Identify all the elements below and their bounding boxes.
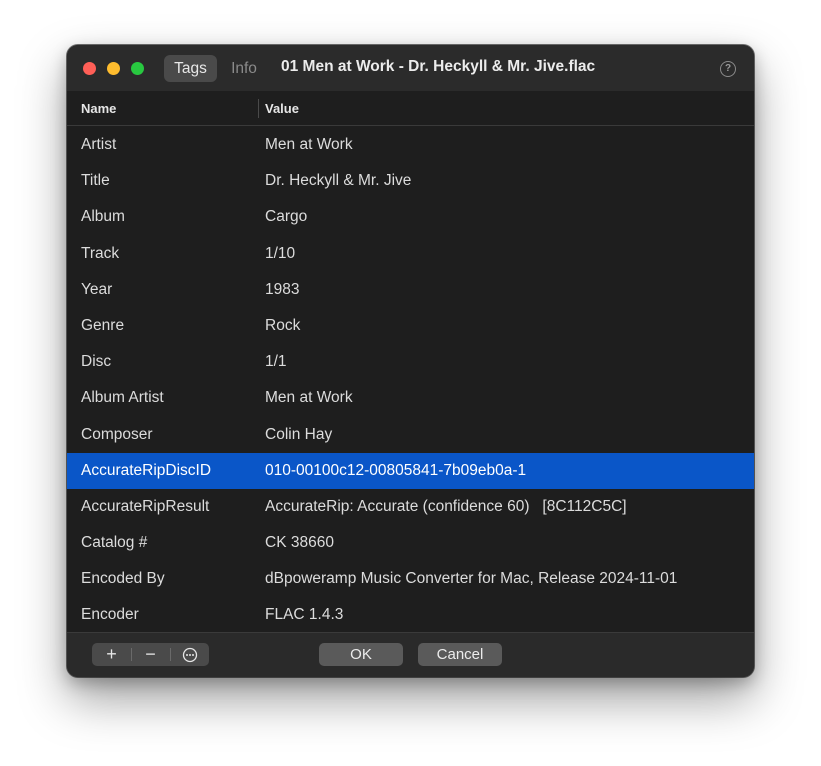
tag-name: Artist	[81, 136, 117, 153]
tag-value: 1/10	[265, 244, 296, 262]
table-row[interactable]: Disc 1/1	[67, 344, 754, 380]
table-row[interactable]: Encoded By dBpoweramp Music Converter fo…	[67, 561, 754, 597]
tag-value: Men at Work	[265, 389, 353, 407]
tag-value: 1983	[265, 280, 300, 298]
table-row-selected[interactable]: AccurateRipDiscID 010-00100c12-00805841-…	[67, 452, 754, 489]
table-row[interactable]: Catalog # CK 38660	[67, 525, 754, 561]
tag-name: Title	[81, 172, 110, 190]
tag-value: Colin Hay	[265, 425, 333, 443]
cancel-button[interactable]: Cancel	[418, 643, 502, 666]
close-window-icon[interactable]	[83, 62, 96, 75]
tab-tags[interactable]: Tags	[164, 55, 217, 82]
zoom-window-icon[interactable]	[131, 62, 144, 75]
column-divider[interactable]	[258, 99, 259, 118]
tag-value: AccurateRip: Accurate (confidence 60) [8…	[265, 497, 627, 515]
table-row[interactable]: Title Dr. Heckyll & Mr. Jive	[67, 163, 754, 199]
tag-name: Encoded By	[81, 570, 165, 588]
tag-name: Encoder	[81, 606, 139, 624]
tag-name: Album	[81, 208, 125, 226]
tag-value: Men at Work	[265, 136, 353, 153]
tab-info[interactable]: Info	[223, 55, 265, 82]
table-row[interactable]: Year 1983	[67, 272, 754, 308]
column-header-value[interactable]: Value	[265, 101, 299, 116]
table-row[interactable]: Album Artist Men at Work	[67, 380, 754, 416]
tag-table: Artist Men at Work Title Dr. Heckyll & M…	[67, 127, 754, 632]
tag-value: 1/1	[265, 353, 287, 371]
table-row[interactable]: Encoder FLAC 1.4.3	[67, 597, 754, 632]
tag-value: 010-00100c12-00805841-7b09eb0a-1	[265, 461, 527, 479]
tag-value: CK 38660	[265, 534, 334, 552]
tag-value: FLAC 1.4.3	[265, 606, 344, 624]
tag-name: Album Artist	[81, 389, 164, 407]
table-row[interactable]: AccurateRipResult AccurateRip: Accurate …	[67, 489, 754, 525]
tag-value: Cargo	[265, 208, 308, 226]
plus-icon[interactable]: +	[92, 643, 131, 666]
window-title: 01 Men at Work - Dr. Heckyll & Mr. Jive.…	[281, 58, 596, 75]
table-row[interactable]: Album Cargo	[67, 199, 754, 235]
table-row[interactable]: Track 1/10	[67, 236, 754, 272]
table-row[interactable]: Genre Rock	[67, 308, 754, 344]
footer-bar: + − OK Cancel	[67, 632, 754, 677]
tag-value: Dr. Heckyll & Mr. Jive	[265, 172, 412, 190]
tag-value: dBpoweramp Music Converter for Mac, Rele…	[265, 570, 678, 588]
tag-name: Track	[81, 244, 120, 262]
help-icon[interactable]: ?	[720, 61, 736, 77]
add-remove-segmented-control: + −	[92, 643, 209, 666]
tag-name: Genre	[81, 316, 125, 334]
ok-button[interactable]: OK	[319, 643, 403, 666]
tag-name: Composer	[81, 425, 153, 443]
tag-value: Rock	[265, 316, 301, 334]
minus-icon[interactable]: −	[131, 643, 170, 666]
tag-name: Catalog #	[81, 534, 148, 552]
tag-name: AccurateRipDiscID	[81, 461, 212, 479]
tag-name: Year	[81, 280, 113, 298]
tag-name: AccurateRipResult	[81, 497, 210, 515]
table-row[interactable]: Artist Men at Work	[67, 127, 754, 163]
table-header: Name Value	[67, 91, 754, 126]
table-row[interactable]: Composer Colin Hay	[67, 417, 754, 453]
tag-editor-window: Tags Info 01 Men at Work - Dr. Heckyll &…	[67, 45, 754, 677]
column-header-name[interactable]: Name	[81, 101, 116, 116]
title-bar: Tags Info 01 Men at Work - Dr. Heckyll &…	[67, 45, 754, 91]
more-options-icon[interactable]	[170, 643, 209, 666]
tag-name: Disc	[81, 353, 112, 371]
minimize-window-icon[interactable]	[107, 62, 120, 75]
